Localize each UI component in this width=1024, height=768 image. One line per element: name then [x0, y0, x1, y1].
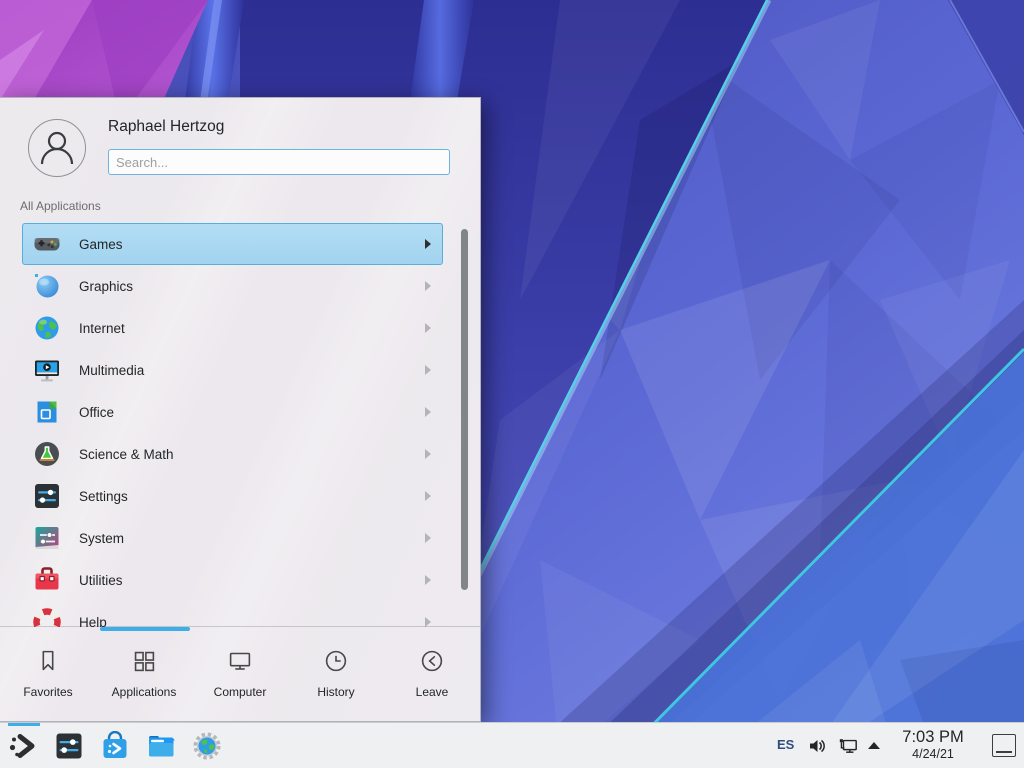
multimedia-monitor-icon	[32, 355, 62, 385]
app-category-graphics[interactable]: Graphics	[22, 265, 443, 307]
chevron-right-icon	[425, 407, 431, 417]
tab-label: Computer	[214, 685, 267, 699]
app-category-internet[interactable]: Internet	[22, 307, 443, 349]
bookmark-icon	[33, 646, 63, 676]
volume-icon[interactable]	[807, 736, 827, 756]
chevron-right-icon	[425, 533, 431, 543]
tab-history[interactable]: History	[288, 627, 384, 723]
keyboard-layout-indicator[interactable]: ES	[777, 737, 794, 752]
gamepad-icon	[32, 229, 62, 259]
system-sliders-icon	[32, 523, 62, 553]
launcher-active-indicator	[8, 723, 40, 726]
app-category-label: Science & Math	[79, 447, 174, 462]
application-launcher-popup: Raphael Hertzog All Applications Games	[0, 97, 481, 722]
user-icon	[29, 120, 85, 176]
app-category-label: Utilities	[79, 573, 123, 588]
user-name: Raphael Hertzog	[108, 118, 224, 136]
office-document-icon	[32, 397, 62, 427]
tab-label: Leave	[416, 685, 449, 699]
tray-expand-arrow-icon[interactable]	[868, 742, 880, 749]
app-category-label: Settings	[79, 489, 128, 504]
chevron-right-icon	[425, 491, 431, 501]
system-settings-icon[interactable]	[54, 731, 84, 761]
chevron-right-icon	[425, 281, 431, 291]
app-category-office[interactable]: Office	[22, 391, 443, 433]
tab-leave[interactable]: Leave	[384, 627, 480, 723]
science-flask-icon	[32, 439, 62, 469]
launcher-tabbar: Favorites Applications Computer	[0, 627, 480, 723]
app-category-games[interactable]: Games	[22, 223, 443, 265]
tab-favorites[interactable]: Favorites	[0, 627, 96, 723]
app-category-label: System	[79, 531, 124, 546]
tab-label: Applications	[112, 685, 177, 699]
settings-sliders-icon	[32, 481, 62, 511]
digital-clock[interactable]: 7:03 PM 4/24/21	[888, 727, 978, 762]
tab-label: History	[317, 685, 354, 699]
clock-icon	[321, 646, 351, 676]
tab-applications[interactable]: Applications	[96, 627, 192, 723]
section-label: All Applications	[20, 199, 101, 213]
app-category-label: Multimedia	[79, 363, 144, 378]
app-category-label: Internet	[79, 321, 125, 336]
chevron-right-icon	[425, 575, 431, 585]
graphics-sphere-icon	[32, 271, 62, 301]
clock-time: 7:03 PM	[888, 727, 978, 747]
chevron-right-icon	[425, 323, 431, 333]
konqueror-globe-icon[interactable]	[192, 731, 222, 761]
app-category-science-math[interactable]: Science & Math	[22, 433, 443, 475]
utilities-toolbox-icon	[32, 565, 62, 595]
discover-icon[interactable]	[100, 731, 130, 761]
desktop: Raphael Hertzog All Applications Games	[0, 0, 1024, 768]
globe-icon	[32, 313, 62, 343]
help-lifesaver-icon	[32, 607, 62, 627]
tab-label: Favorites	[23, 685, 72, 699]
app-category-help[interactable]: Help	[22, 601, 443, 627]
search-input[interactable]	[108, 149, 450, 175]
clock-date: 4/24/21	[888, 747, 978, 762]
app-category-settings[interactable]: Settings	[22, 475, 443, 517]
app-category-multimedia[interactable]: Multimedia	[22, 349, 443, 391]
computer-icon	[225, 646, 255, 676]
grid-icon	[129, 646, 159, 676]
chevron-right-icon	[425, 449, 431, 459]
app-category-label: Office	[79, 405, 114, 420]
chevron-right-icon	[425, 365, 431, 375]
kickoff-launcher-icon[interactable]	[8, 731, 38, 761]
dolphin-folder-icon[interactable]	[146, 731, 176, 761]
leave-icon	[417, 646, 447, 676]
app-category-label: Graphics	[79, 279, 133, 294]
app-category-utilities[interactable]: Utilities	[22, 559, 443, 601]
network-icon[interactable]	[838, 736, 858, 756]
app-category-system[interactable]: System	[22, 517, 443, 559]
taskbar-panel: ES 7:03 PM 4/24/21	[0, 722, 1024, 768]
list-scrollbar[interactable]	[461, 229, 468, 590]
show-desktop-button[interactable]	[992, 734, 1016, 757]
user-avatar[interactable]	[28, 119, 86, 177]
chevron-right-icon	[425, 239, 431, 249]
app-category-list: Games Graphics	[0, 223, 480, 627]
app-category-label: Games	[79, 237, 123, 252]
tab-computer[interactable]: Computer	[192, 627, 288, 723]
